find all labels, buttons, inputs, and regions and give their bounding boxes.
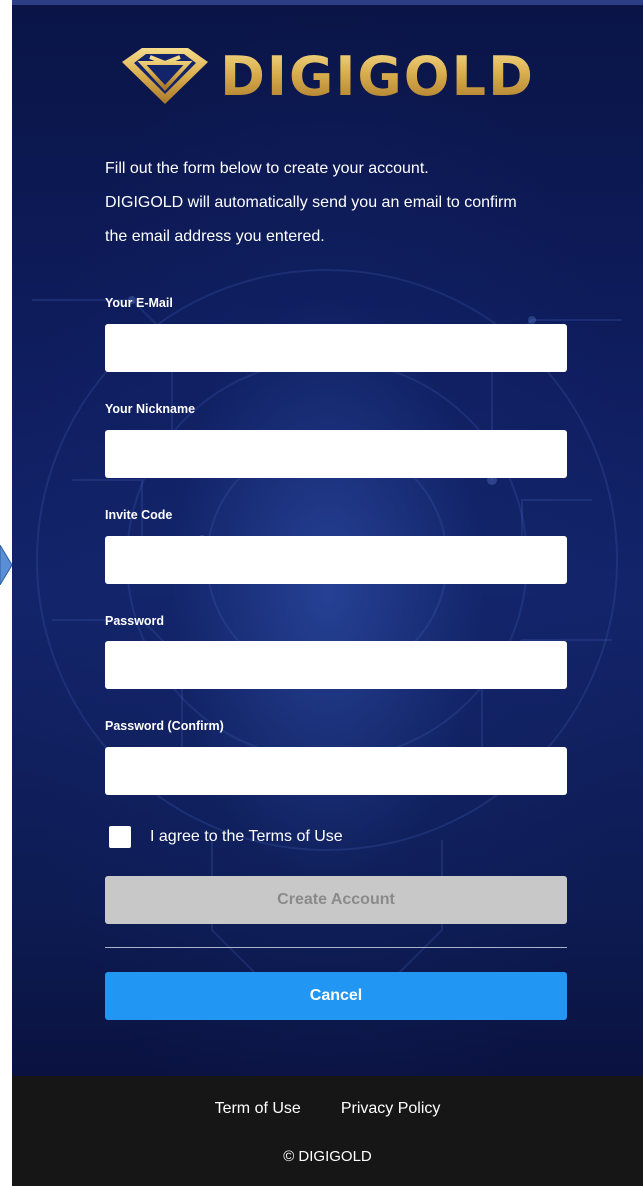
intro-text: Fill out the form below to create your a… <box>105 152 575 254</box>
terms-agreement[interactable]: I agree to the Terms of Use <box>109 825 343 849</box>
signup-page: DIGIGOLD Fill out the form below to crea… <box>12 0 643 1186</box>
nickname-label: Your Nickname <box>105 402 196 416</box>
nickname-field[interactable] <box>105 430 567 478</box>
intro-line: Fill out the form below to create your a… <box>105 160 429 177</box>
footer: Term of Use Privacy Policy © DIGIGOLD <box>12 1076 643 1186</box>
copyright: © DIGIGOLD <box>283 1148 372 1165</box>
top-strip <box>12 0 643 5</box>
password-confirm-field[interactable] <box>105 747 567 795</box>
terms-label[interactable]: I agree to the Terms of Use <box>150 828 343 846</box>
logo[interactable]: DIGIGOLD <box>12 40 643 112</box>
diamond-icon <box>122 48 209 104</box>
main-panel: DIGIGOLD Fill out the form below to crea… <box>12 0 643 1076</box>
invite-code-field[interactable] <box>105 536 567 584</box>
cancel-button[interactable]: Cancel <box>105 972 567 1020</box>
divider <box>105 947 567 948</box>
password-confirm-label: Password (Confirm) <box>105 719 224 733</box>
password-label: Password <box>105 614 165 628</box>
create-account-button[interactable]: Create Account <box>105 876 567 924</box>
term-of-use-link[interactable]: Term of Use <box>215 1100 301 1118</box>
intro-line: DIGIGOLD will automatically send you an … <box>105 194 517 211</box>
footer-links: Term of Use Privacy Policy <box>12 1100 643 1118</box>
privacy-policy-link[interactable]: Privacy Policy <box>341 1100 441 1118</box>
intro-line: the email address you entered. <box>105 228 325 245</box>
email-field[interactable] <box>105 324 567 372</box>
logo-text: DIGIGOLD <box>220 44 535 108</box>
terms-checkbox[interactable] <box>109 826 131 848</box>
email-label: Your E-Mail <box>105 296 173 310</box>
side-arrow-icon[interactable] <box>0 545 12 585</box>
password-field[interactable] <box>105 641 567 689</box>
invite-code-label: Invite Code <box>105 508 173 522</box>
